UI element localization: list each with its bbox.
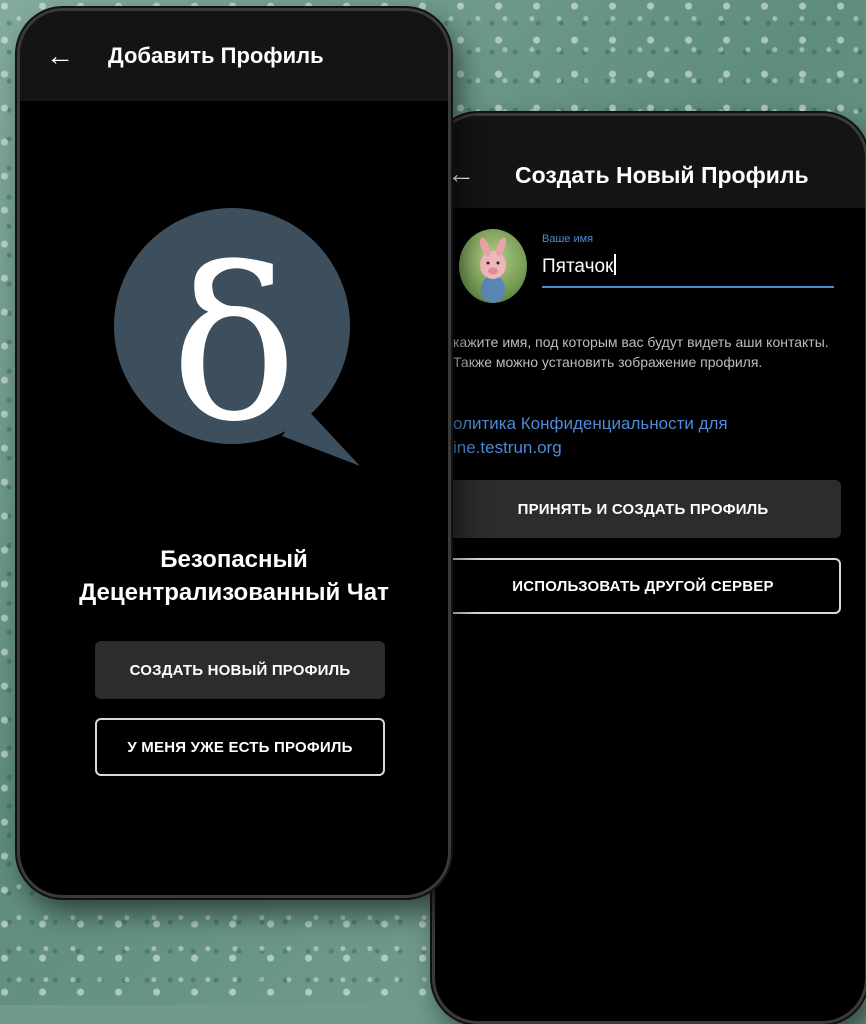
phone-create-profile-screen: ← Создать Новый Профиль Ваше имя Пятачок… [432,113,866,1024]
back-arrow-icon[interactable]: ← [46,42,86,70]
back-arrow-icon[interactable]: ← [447,158,475,190]
headline: Безопасный Децентрализованный Чат [20,543,448,609]
text-caret [614,254,617,275]
create-new-profile-button[interactable]: СОЗДАТЬ НОВЫЙ ПРОФИЛЬ [95,641,385,699]
page-title: Добавить Профиль [108,43,324,68]
name-input-value: Пятачок [542,256,614,277]
existing-profile-button[interactable]: У МЕНЯ УЖЕ ЕСТЬ ПРОФИЛЬ [95,718,385,776]
app-bar: ← Добавить Профиль [20,11,448,101]
delta-glyph: δ [171,223,297,468]
name-input[interactable]: Пятачок [542,254,834,288]
headline-line-1: Безопасный [160,546,308,573]
piglet-avatar-icon[interactable] [459,229,527,303]
headline-line-2: Децентрализованный Чат [79,579,389,606]
use-other-server-button[interactable]: ИСПОЛЬЗОВАТЬ ДРУГОЙ СЕРВЕР [445,558,841,614]
phone-add-profile-screen: ← Добавить Профиль δ Безопасный Децентра… [17,8,451,898]
name-field-label: Ваше имя [542,233,594,245]
app-logo: δ [114,196,364,476]
page-title: Создать Новый Профиль [515,162,809,188]
accept-create-profile-button[interactable]: ПРИНЯТЬ И СОЗДАТЬ ПРОФИЛЬ [445,480,841,538]
privacy-policy-link[interactable]: олитика Конфиденциальности для ine.testr… [453,412,833,460]
help-text: кажите имя, под которым вас будут видеть… [453,334,829,370]
